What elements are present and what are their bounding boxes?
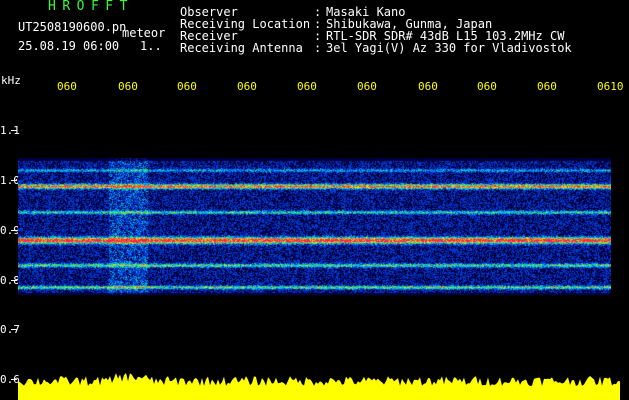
y-tick-mark [11, 329, 17, 330]
date-time: 25.08.19 06:00 [18, 39, 120, 53]
x-tick-label: 060 [118, 80, 138, 93]
file-name: UT2508190600.pn [18, 20, 127, 34]
antenna-label: Receiving Antenna [180, 41, 303, 55]
y-tick-mark [11, 280, 17, 281]
signal-level-strip [18, 372, 620, 400]
antenna-colon: : [314, 41, 322, 55]
signal-level-trace [18, 372, 620, 400]
antenna-value: 3el Yagi(V) Az 330 for Vladivostok [326, 41, 572, 55]
app-title: HROFFT [48, 0, 134, 14]
y-tick-mark [11, 230, 17, 231]
x-tick-label: 060 [57, 80, 77, 93]
x-tick-label: 060 [418, 80, 438, 93]
x-tick-label: 060 [477, 80, 497, 93]
x-tick-label: 0610 [597, 80, 624, 93]
x-tick-label: 060 [537, 80, 557, 93]
y-tick-mark [11, 130, 17, 131]
unit-label: kHz [1, 74, 21, 87]
x-tick-label: 060 [297, 80, 317, 93]
y-tick-mark [11, 180, 17, 181]
x-tick-label: 060 [357, 80, 377, 93]
spectrogram [18, 158, 611, 295]
y-tick-mark [11, 379, 17, 380]
counter: 1.. [140, 39, 162, 53]
x-tick-label: 060 [237, 80, 257, 93]
x-tick-label: 060 [177, 80, 197, 93]
mode-label: meteor [122, 26, 166, 40]
